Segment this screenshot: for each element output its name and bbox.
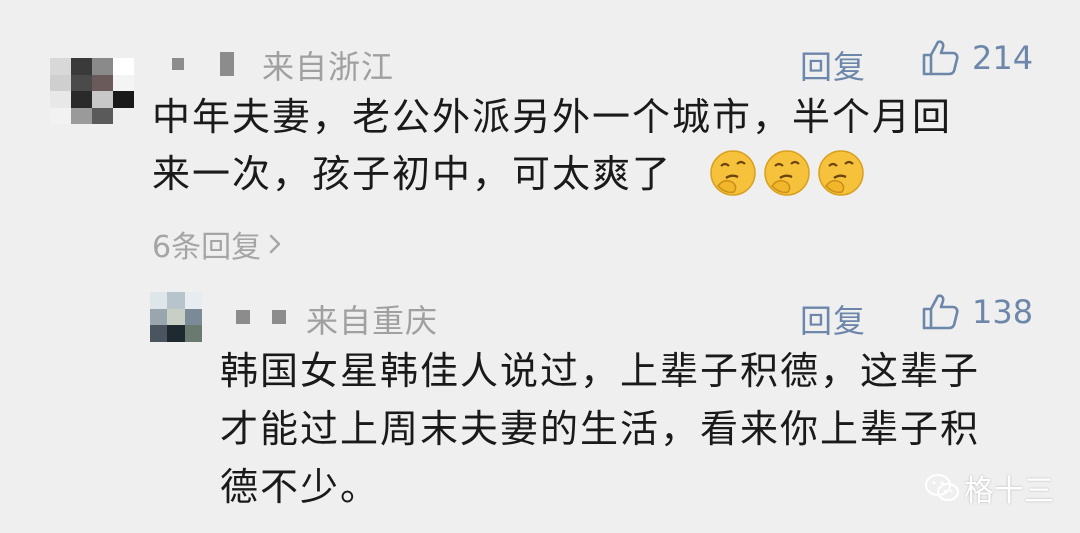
- thumbs-up-icon: [922, 294, 959, 330]
- reply-button[interactable]: 回复: [800, 42, 866, 88]
- reply-text-line-3: 德不少。: [220, 465, 381, 509]
- thinking-face-icon: [764, 150, 810, 196]
- reply-like-button[interactable]: 138: [920, 292, 1033, 332]
- like-button[interactable]: 214: [920, 38, 1033, 78]
- chevron-right-icon: [269, 234, 281, 254]
- reply-text-line-1: 韩国女星韩佳人说过，上辈子积德，这辈子: [220, 349, 981, 393]
- thinking-face-icon: [710, 150, 756, 196]
- watermark-text: 格十三: [964, 474, 1054, 509]
- comment-location: 来自浙江: [262, 48, 395, 86]
- like-count: 214: [972, 39, 1034, 77]
- reply-reply-button[interactable]: 回复: [800, 296, 866, 342]
- reply-location: 来自重庆: [306, 302, 439, 340]
- replies-count-label: 6条回复: [152, 230, 262, 265]
- thumbs-up-icon: [922, 40, 959, 76]
- wechat-icon: [925, 474, 959, 501]
- comment-text-line-1: 中年夫妻，老公外派另外一个城市，半个月回: [152, 95, 953, 139]
- comment-text-line-2: 来一次，孩子初中，可太爽了: [152, 152, 673, 196]
- avatar[interactable]: [50, 58, 134, 124]
- watermark: 格十三: [924, 466, 1054, 510]
- comment-thread: 来自浙江 回复 214 中年夫妻，老公外派另外一个城市，半个月回 来一次，孩子初…: [0, 0, 1080, 533]
- view-replies-link[interactable]: 6条回复: [152, 222, 285, 266]
- reply-like-count: 138: [972, 293, 1034, 331]
- reply-avatar[interactable]: [150, 292, 202, 342]
- reply-text-line-2: 才能过上周末夫妻的生活，看来你上辈子积: [220, 407, 981, 451]
- thinking-face-icon: [818, 150, 864, 196]
- emoji-group: [708, 148, 866, 198]
